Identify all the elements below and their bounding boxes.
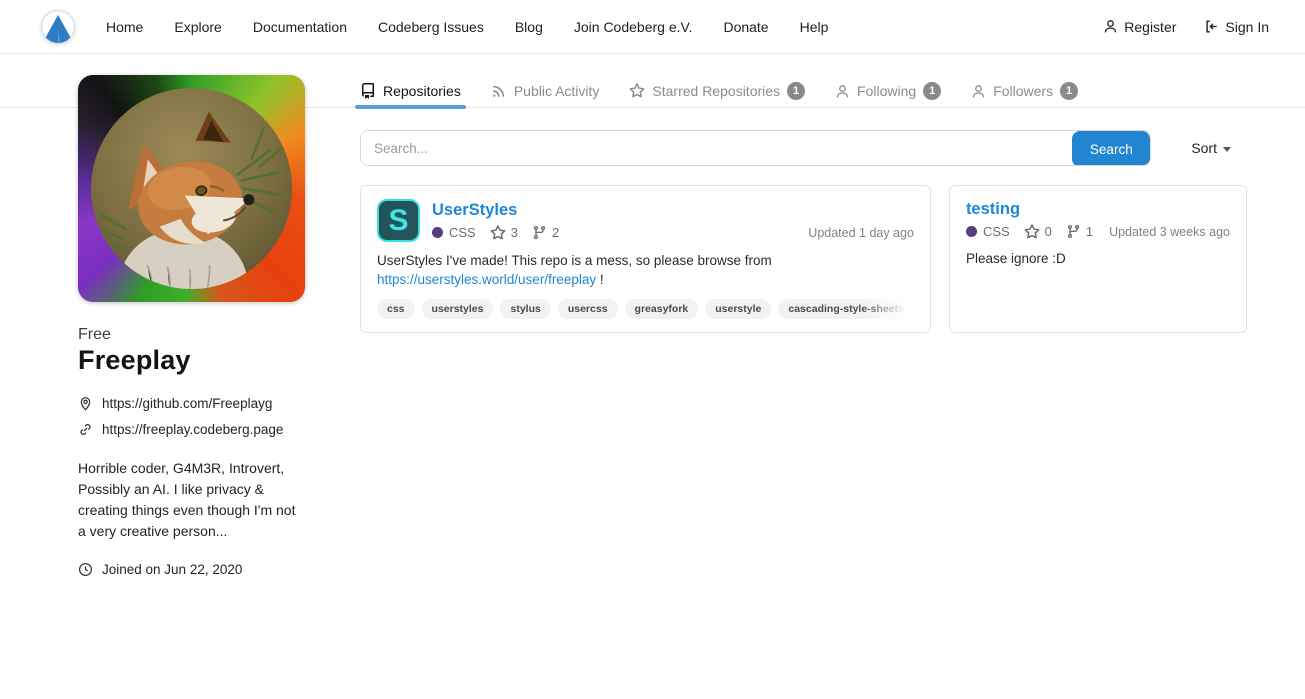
repo-description: UserStyles I've made! This repo is a mes… [377, 252, 914, 289]
link-icon [78, 422, 93, 437]
sort-dropdown[interactable]: Sort [1191, 140, 1231, 156]
star-icon [1024, 224, 1040, 240]
profile-sidebar: Free Freeplay https://github.com/Freepla… [78, 75, 305, 577]
topic-tag[interactable]: css [377, 299, 415, 319]
sign-in-label: Sign In [1225, 19, 1269, 35]
tab-followers[interactable]: Followers 1 [971, 75, 1078, 107]
search-button[interactable]: Search [1072, 131, 1150, 166]
count-badge: 1 [923, 82, 941, 100]
sort-label: Sort [1191, 140, 1217, 156]
profile-content: Repositories Public Activity Starred Repos… [360, 75, 1247, 577]
search-input[interactable] [361, 131, 1072, 165]
count-badge: 1 [1060, 82, 1078, 100]
rss-icon [491, 83, 507, 99]
codeberg-logo-icon [40, 9, 76, 45]
joined-text: Joined on Jun 22, 2020 [102, 562, 242, 577]
chevron-down-icon [1223, 147, 1231, 152]
repo-card: S UserStyles CSS 32 Updated 1 day ago UserSty… [360, 185, 931, 333]
language-label: CSS [983, 224, 1010, 239]
nav-links: Home Explore Documentation Codeberg Issues B… [106, 19, 828, 35]
profile-page: Free Freeplay https://github.com/Freepla… [78, 54, 1247, 577]
updated-label: Updated 1 day ago [808, 226, 914, 240]
search-row: Search Sort [360, 130, 1247, 166]
profile-location: https://github.com/Freeplayg [78, 396, 305, 411]
repo-description: Please ignore :D [966, 250, 1230, 269]
tab-starred-repositories[interactable]: Starred Repositories 1 [629, 75, 805, 107]
clock-icon [78, 562, 93, 577]
tabbar: Repositories Public Activity Starred Repos… [360, 75, 1247, 107]
topic-tag[interactable]: stylus [500, 299, 550, 319]
nav-item-home[interactable]: Home [106, 19, 143, 35]
register-button[interactable]: Register [1103, 19, 1176, 35]
git-branch-icon [532, 225, 547, 240]
nav-item-explore[interactable]: Explore [174, 19, 221, 35]
language-dot [432, 227, 443, 238]
nav-item-join-codeberg-e-v[interactable]: Join Codeberg e.V. [574, 19, 693, 35]
person-icon [971, 84, 986, 99]
repo-meta: CSS 32 Updated 1 day ago [432, 225, 914, 241]
tab-label: Followers [993, 83, 1053, 99]
tab-label: Following [857, 83, 916, 99]
profile-username: Freeplay [78, 345, 305, 376]
star-count: 3 [490, 225, 518, 241]
nav-item-documentation[interactable]: Documentation [253, 19, 347, 35]
topics-row: css userstyles stylus usercss greasyfork user… [377, 299, 914, 319]
repo-card: testing CSS 01 Updated 3 weeks ago Please ig… [949, 185, 1247, 333]
fork-count: 2 [532, 225, 559, 240]
repo-card-header: testing CSS 01 Updated 3 weeks ago [966, 199, 1230, 240]
profile-joined: Joined on Jun 22, 2020 [78, 562, 305, 577]
fork-count: 1 [1066, 224, 1093, 239]
repo-title-link[interactable]: UserStyles [432, 200, 914, 221]
website-text: https://freeplay.codeberg.page [102, 422, 283, 437]
sign-in-button[interactable]: Sign In [1204, 19, 1269, 35]
topic-tag[interactable]: userstyles [422, 299, 494, 319]
location-pin-icon [78, 396, 93, 411]
sign-in-icon [1204, 19, 1219, 34]
git-branch-icon [1066, 224, 1081, 239]
tab-public-activity[interactable]: Public Activity [491, 75, 600, 107]
topic-tag[interactable]: usercss [558, 299, 618, 319]
repo-avatar: S [377, 199, 420, 242]
description-link[interactable]: https://userstyles.world/user/freeplay [377, 272, 596, 287]
profile-fullname: Free [78, 326, 305, 344]
star-icon [629, 83, 645, 99]
tab-following[interactable]: Following 1 [835, 75, 941, 107]
search-group: Search [360, 130, 1151, 166]
topic-tag[interactable]: userstyle [705, 299, 771, 319]
profile-website-link[interactable]: https://freeplay.codeberg.page [78, 422, 305, 437]
location-text: https://github.com/Freeplayg [102, 396, 272, 411]
tab-label: Repositories [383, 83, 461, 99]
star-icon [490, 225, 506, 241]
tab-label: Starred Repositories [652, 83, 780, 99]
nav-item-donate[interactable]: Donate [723, 19, 768, 35]
language-dot [966, 226, 977, 237]
person-icon [1103, 19, 1118, 34]
topic-tag[interactable]: greasyfork [625, 299, 699, 319]
updated-label: Updated 3 weeks ago [1109, 225, 1230, 239]
person-icon [835, 84, 850, 99]
fox-avatar-image [91, 88, 292, 289]
language-label: CSS [449, 225, 476, 240]
repo-card-header: S UserStyles CSS 32 Updated 1 day ago [377, 199, 914, 242]
repo-title-link[interactable]: testing [966, 199, 1230, 220]
repo-grid: S UserStyles CSS 32 Updated 1 day ago UserSty… [360, 185, 1247, 333]
nav-right: Register Sign In [1103, 19, 1269, 35]
tab-repositories[interactable]: Repositories [360, 75, 461, 107]
topic-tag[interactable]: cascading-style-sheets [778, 299, 914, 319]
navbar: Home Explore Documentation Codeberg Issues B… [0, 0, 1305, 54]
profile-avatar [78, 75, 305, 302]
profile-bio: Horrible coder, G4M3R, Introvert, Possib… [78, 458, 303, 542]
codeberg-logo-icon[interactable] [40, 9, 76, 45]
repo-icon [360, 83, 376, 99]
fox-avatar-image [91, 88, 292, 289]
repo-meta: CSS 01 Updated 3 weeks ago [966, 224, 1230, 240]
star-count: 0 [1024, 224, 1052, 240]
nav-item-blog[interactable]: Blog [515, 19, 543, 35]
nav-item-codeberg-issues[interactable]: Codeberg Issues [378, 19, 484, 35]
count-badge: 1 [787, 82, 805, 100]
register-label: Register [1124, 19, 1176, 35]
nav-item-help[interactable]: Help [800, 19, 829, 35]
tab-label: Public Activity [514, 83, 600, 99]
